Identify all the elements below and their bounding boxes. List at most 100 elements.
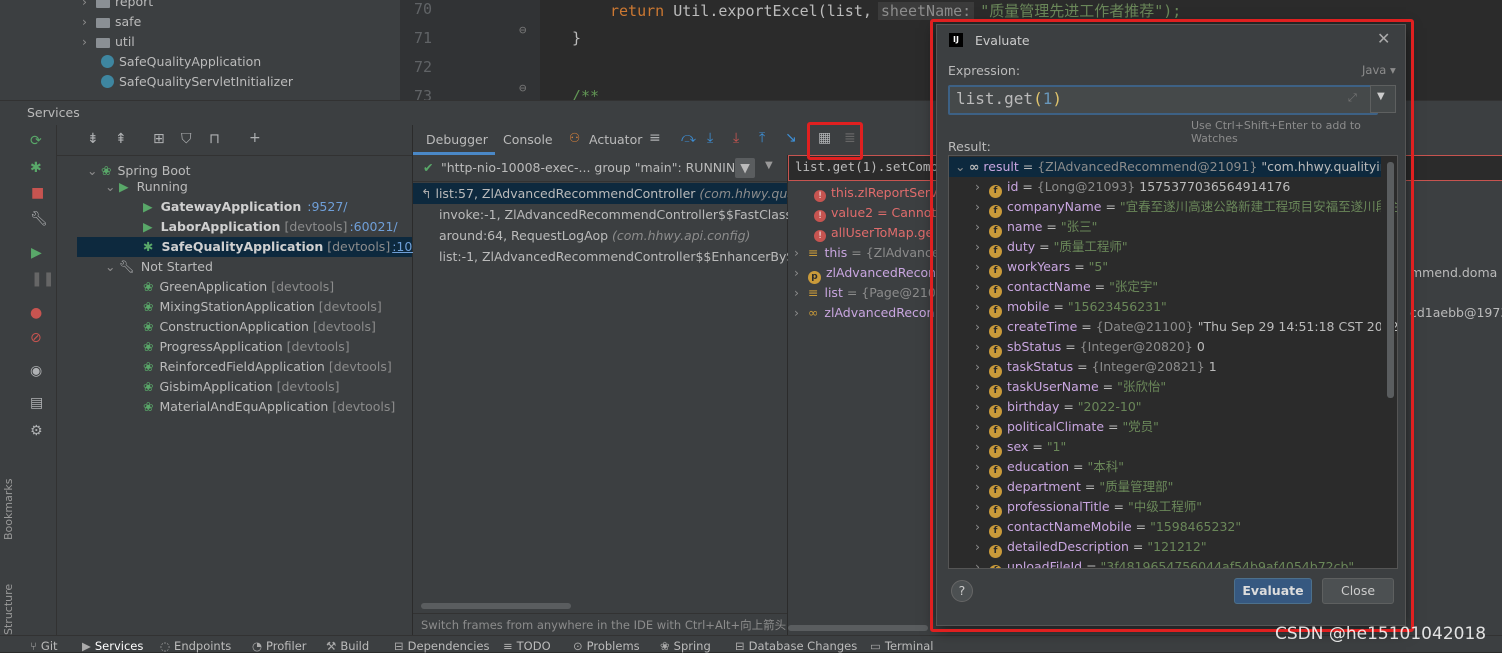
chevron-right-icon: › (794, 265, 799, 280)
spring-boot-icon: ❀ (143, 299, 154, 314)
list-icon: ≡ (808, 245, 819, 260)
rerun-icon[interactable]: ⟳ (30, 133, 42, 149)
collapse-all-icon[interactable]: ⇞ (115, 131, 127, 147)
app-name: GisbimApplication (159, 379, 273, 394)
expand-all-icon[interactable]: ⇟ (87, 131, 99, 147)
service-item[interactable]: ❀ ReinforcedFieldApplication [devtools] (143, 357, 392, 377)
error-icon: ! (814, 190, 826, 202)
stack-frame[interactable]: around:64, RequestLogAop (com.hhwy.api.co… (413, 225, 787, 246)
project-item-label: SafeQualityApplication (119, 54, 262, 69)
tab-debugger[interactable]: Debugger (426, 132, 488, 147)
debug-rerun-icon[interactable]: ✱ (30, 160, 42, 176)
variable-name: zlAdvancedRecon (824, 305, 935, 320)
stack-frame[interactable]: invoke:-1, ZlAdvancedRecommendController… (413, 204, 816, 225)
service-item[interactable]: ▶ GatewayApplication:9527/ (143, 197, 347, 217)
bookmarks-tab[interactable]: Bookmarks (2, 460, 18, 540)
stack-frame[interactable]: ↰ list:57, ZlAdvancedRecommendController(… (413, 183, 814, 204)
run-icon: ▶ (143, 199, 153, 214)
project-tree-item[interactable]: SafeQualityServletInitializer (101, 74, 293, 89)
chevron-right-icon: › (794, 285, 799, 300)
variables-scrollbar[interactable] (788, 625, 928, 631)
chevron-down-icon: ⌄ (105, 259, 116, 274)
camera-icon[interactable]: ◉ (30, 363, 42, 379)
watermark: CSDN @he15101042018 (1275, 624, 1487, 644)
breakpoints-icon[interactable]: ● (30, 305, 42, 321)
group-by-icon[interactable]: ⊞ (153, 131, 165, 147)
app-name: SafeQualityApplication (161, 239, 324, 254)
class-icon (101, 55, 114, 68)
layout-icon[interactable]: ▤ (30, 395, 43, 411)
variable-row[interactable]: › p zlAdvancedRecon (794, 263, 937, 284)
variable-row[interactable]: ! value2 = Cannot (794, 203, 936, 223)
variable-row[interactable]: › ≡ this = {ZlAdvance (794, 243, 940, 263)
app-tag: [devtools] (271, 279, 335, 294)
stack-frame[interactable]: list:-1, ZlAdvancedRecommendController$$… (413, 246, 819, 267)
code-line: return Util.exportExcel(list, sheetName: "… (572, 0, 1181, 21)
tab-actuator[interactable]: Actuator (589, 132, 642, 147)
run-to-cursor-icon[interactable]: ↘ (785, 130, 797, 146)
project-tree-item[interactable]: SafeQualityApplication (101, 54, 261, 69)
app-tag: [devtools] (284, 219, 348, 234)
app-port-link[interactable]: :60021/ (349, 219, 397, 234)
project-tree-item[interactable]: › safe (82, 14, 141, 29)
new-tab-icon[interactable]: ⊓ (209, 131, 220, 147)
variable-row[interactable]: ! allUserToMap.ge (794, 223, 933, 243)
service-item[interactable]: ❀ MixingStationApplication [devtools] (143, 297, 382, 317)
not-started-label: Not Started (140, 259, 213, 274)
thread-selector[interactable]: ✔ "http-nio-10008-exec-... group "main":… (413, 155, 787, 182)
variable-overflow-2: cd1aebb@1973 (1410, 305, 1502, 320)
thread-filter-icon[interactable]: ▼ (735, 158, 755, 178)
variable-name: this (824, 245, 848, 260)
service-item[interactable]: ❀ GisbimApplication [devtools] (143, 377, 340, 397)
project-tree-item[interactable]: › report (82, 0, 153, 9)
structure-tab[interactable]: Structure (2, 555, 18, 635)
resume-icon[interactable]: ▶ (31, 245, 42, 261)
frames-scrollbar[interactable] (421, 603, 571, 609)
frame-label: around:64, RequestLogAop (439, 228, 609, 243)
filter-icon[interactable]: ⛉ (181, 131, 192, 147)
wrench-icon[interactable]: 🔧︎ (30, 211, 48, 227)
settings-gear-icon[interactable]: ⚙ (30, 423, 43, 439)
thread-dropdown-icon[interactable]: ▼ (765, 160, 773, 171)
running-label: Running (136, 179, 188, 194)
app-name: MixingStationApplication (159, 299, 315, 314)
variable-row[interactable]: ! this.zlReportServi (794, 183, 941, 203)
fold-marker-icon: ⊖ (519, 22, 527, 37)
fold-marker-icon: ⊖ (519, 80, 527, 95)
service-item[interactable]: ❀ GreenApplication [devtools] (143, 277, 334, 297)
service-item[interactable]: ✱SafeQualityApplication[devtools]:10008/ (77, 237, 440, 257)
step-over-icon[interactable]: ⤼ (681, 130, 696, 146)
tree-running[interactable]: ⌄ ▶ Running (105, 177, 188, 197)
pause-icon[interactable]: ❚❚ (31, 271, 54, 287)
variable-row[interactable]: › ≡ list = {Page@210 (794, 283, 936, 303)
parameter-hint: sheetName: (877, 2, 975, 20)
chevron-right-icon: › (82, 0, 87, 9)
add-service-icon[interactable]: + (249, 130, 261, 146)
folder-icon (96, 0, 110, 8)
service-item[interactable]: ❀ ProgressApplication [devtools] (143, 337, 350, 357)
code-keyword: return (610, 2, 665, 20)
menu-icon[interactable]: ≡ (649, 130, 661, 146)
mute-breakpoints-icon[interactable]: ⊘ (30, 330, 42, 346)
stop-icon[interactable]: ■ (31, 185, 44, 201)
folder-icon (96, 38, 110, 48)
tree-not-started[interactable]: ⌄ 🔧︎ Not Started (105, 257, 213, 277)
spring-boot-icon: ❀ (143, 339, 154, 354)
step-out-icon[interactable]: ⤒ (759, 130, 765, 146)
project-tree-item[interactable]: › util (82, 34, 135, 49)
service-item[interactable]: ❀ ConstructionApplication [devtools] (143, 317, 376, 337)
service-item[interactable]: ▶ LaborApplication [devtools]:60021/ (143, 217, 398, 237)
frame-package: (com.hhwy.api.config) (612, 228, 751, 243)
variable-name: value2 (831, 205, 874, 220)
variable-value: = {Page@210 (842, 285, 936, 300)
actuator-icon: ⚇ (569, 130, 581, 145)
tab-console[interactable]: Console (503, 132, 553, 147)
variable-row[interactable]: › ∞ zlAdvancedRecon (794, 303, 934, 323)
app-port-link[interactable]: :9527/ (307, 199, 347, 214)
line-number: 70 (414, 0, 433, 18)
force-step-into-icon[interactable]: ⤓ (733, 130, 739, 146)
frames-panel: ✔ "http-nio-10008-exec-... group "main":… (413, 155, 819, 647)
variable-name: zlAdvancedRecon (826, 265, 937, 280)
service-item[interactable]: ❀ MaterialAndEquApplication [devtools] (143, 397, 395, 417)
step-into-icon[interactable]: ⤓ (707, 130, 713, 146)
